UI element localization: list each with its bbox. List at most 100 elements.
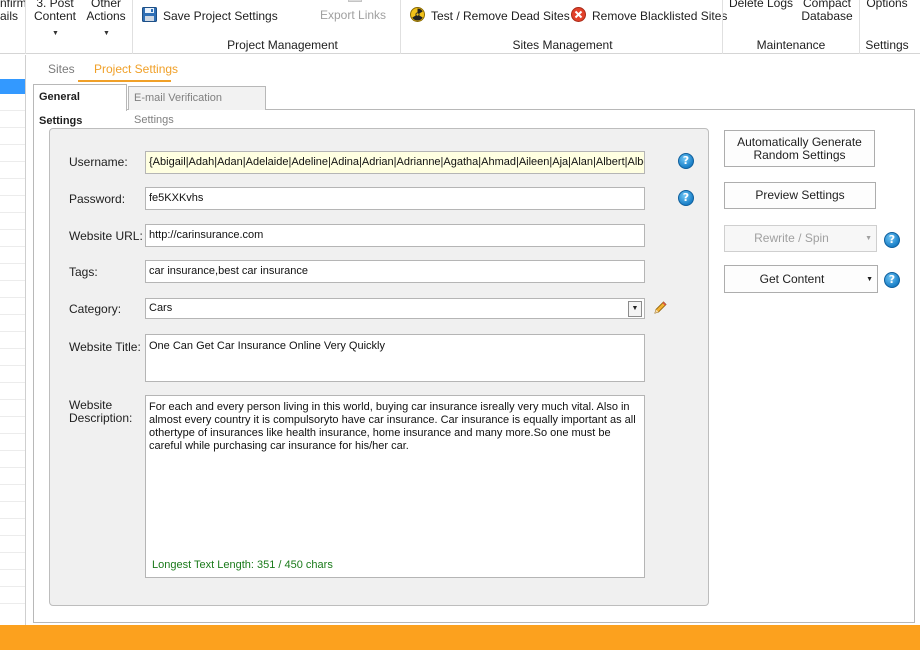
website-description-label: Website Description: xyxy=(69,399,132,425)
options-button[interactable]: Options xyxy=(860,0,914,10)
compact-database-label-bottom: Database xyxy=(801,9,853,23)
list-row-divider xyxy=(0,348,25,349)
preview-settings-label: Preview Settings xyxy=(755,188,845,202)
save-icon xyxy=(142,7,157,25)
tab-project-settings[interactable]: Project Settings xyxy=(94,62,178,76)
status-bar xyxy=(0,625,920,650)
auto-generate-label-line1: Automatically Generate xyxy=(737,134,862,149)
get-content-button[interactable]: Get Content ▼ xyxy=(724,265,878,293)
category-select[interactable]: Cars ▼ xyxy=(145,298,645,319)
tags-label: Tags: xyxy=(69,265,98,279)
website-title-field[interactable]: One Can Get Car Insurance Online Very Qu… xyxy=(145,334,645,382)
get-content-help-icon[interactable]: ? xyxy=(884,272,900,288)
save-project-settings-button[interactable]: Save Project Settings xyxy=(142,7,278,25)
list-row-divider xyxy=(0,229,25,230)
list-row-divider xyxy=(0,195,25,196)
compact-database-button[interactable]: Compact Database xyxy=(796,0,858,23)
username-field[interactable]: {Abigail|Adah|Adan|Adelaide|Adeline|Adin… xyxy=(145,151,645,174)
category-select-value: Cars xyxy=(149,302,173,314)
rewrite-spin-label: Rewrite / Spin xyxy=(754,231,829,245)
remove-icon xyxy=(571,7,586,25)
auto-generate-label-line2: Random Settings xyxy=(753,147,846,162)
list-row-divider xyxy=(0,450,25,451)
tab-email-verification-settings[interactable]: E-mail Verification Settings xyxy=(128,86,266,126)
post-content-button[interactable]: 3. Post Content xyxy=(32,0,78,23)
list-row-divider xyxy=(0,110,25,111)
website-url-label: Website URL: xyxy=(69,229,143,243)
list-row-divider xyxy=(0,382,25,383)
confirm-emails-label-bottom: ails xyxy=(0,9,19,23)
remove-blacklisted-sites-label: Remove Blacklisted Sites xyxy=(592,9,728,23)
list-row-divider xyxy=(0,569,25,570)
category-label: Category: xyxy=(69,302,122,316)
tab-general-settings[interactable]: General Settings xyxy=(33,84,127,127)
list-row-divider xyxy=(0,433,25,434)
tab-sites[interactable]: Sites xyxy=(48,62,75,76)
tags-field[interactable]: car insurance,best car insurance xyxy=(145,260,645,283)
list-row-divider xyxy=(0,331,25,332)
list-row-divider xyxy=(0,314,25,315)
export-links-button[interactable]: Export Links xyxy=(320,8,386,22)
list-row-divider xyxy=(0,535,25,536)
website-description-label-line2: Description: xyxy=(69,411,133,425)
confirm-emails-button[interactable]: nfirm ails xyxy=(0,0,27,23)
group-label-sites-management: Sites Management xyxy=(512,38,613,52)
other-actions-dropdown-icon[interactable]: ▼ xyxy=(103,30,110,37)
password-help-icon[interactable]: ? xyxy=(678,190,694,206)
username-help-icon[interactable]: ? xyxy=(678,153,694,169)
export-links-icon xyxy=(348,0,362,2)
preview-settings-button[interactable]: Preview Settings xyxy=(724,182,876,209)
list-row-divider xyxy=(0,501,25,502)
export-links-label: Export Links xyxy=(320,8,387,22)
group-label-settings: Settings xyxy=(865,38,909,52)
group-label-maintenance: Maintenance xyxy=(756,38,826,52)
list-row-divider xyxy=(0,127,25,128)
list-row-divider xyxy=(0,212,25,213)
list-row-divider xyxy=(0,280,25,281)
rewrite-spin-dropdown-icon[interactable]: ▼ xyxy=(865,232,872,245)
pencil-icon[interactable] xyxy=(653,300,668,318)
list-row-divider xyxy=(0,586,25,587)
post-content-label-bottom: Content xyxy=(33,9,77,23)
list-row-divider xyxy=(0,552,25,553)
text-length-counter: Longest Text Length: 351 / 450 chars xyxy=(152,559,333,571)
username-label: Username: xyxy=(69,155,128,169)
ribbon-separator xyxy=(400,0,401,54)
list-row-divider xyxy=(0,144,25,145)
post-content-dropdown-icon[interactable]: ▼ xyxy=(52,30,59,37)
list-row-divider xyxy=(0,297,25,298)
test-remove-dead-sites-label: Test / Remove Dead Sites xyxy=(431,9,570,23)
password-label: Password: xyxy=(69,192,126,206)
website-description-text: For each and every person living in this… xyxy=(149,401,636,452)
selected-project-row[interactable] xyxy=(0,79,25,94)
test-remove-dead-sites-button[interactable]: Test / Remove Dead Sites xyxy=(410,7,570,25)
list-row-divider xyxy=(0,178,25,179)
radiation-icon xyxy=(410,7,425,25)
rewrite-help-icon[interactable]: ? xyxy=(884,232,900,248)
list-row-divider xyxy=(0,246,25,247)
list-row-divider xyxy=(0,603,25,604)
delete-logs-button[interactable]: Delete Logs xyxy=(726,0,796,10)
ribbon-separator xyxy=(132,0,133,54)
auto-generate-settings-button[interactable]: Automatically Generate Random Settings xyxy=(724,130,875,167)
list-row-divider xyxy=(0,518,25,519)
remove-blacklisted-sites-button[interactable]: Remove Blacklisted Sites xyxy=(571,7,727,25)
get-content-dropdown-icon[interactable]: ▼ xyxy=(866,273,873,286)
website-title-label: Website Title: xyxy=(69,340,141,354)
project-list[interactable] xyxy=(0,55,26,625)
options-label: Options xyxy=(866,0,908,10)
save-project-settings-label: Save Project Settings xyxy=(163,9,278,23)
other-actions-button[interactable]: Other Actions xyxy=(84,0,128,23)
rewrite-spin-button[interactable]: Rewrite / Spin ▼ xyxy=(724,225,877,252)
group-label-project-management: Project Management xyxy=(227,38,338,52)
active-tab-indicator xyxy=(78,80,171,82)
website-url-field[interactable]: http://carinsurance.com xyxy=(145,224,645,247)
ribbon-separator xyxy=(722,0,723,54)
get-content-label: Get Content xyxy=(759,271,825,286)
category-dropdown-icon[interactable]: ▼ xyxy=(628,301,642,317)
password-field[interactable]: fe5KXKvhs xyxy=(145,187,645,210)
website-description-field[interactable]: For each and every person living in this… xyxy=(145,395,645,578)
list-row-divider xyxy=(0,416,25,417)
ribbon-separator xyxy=(25,0,26,54)
list-row-divider xyxy=(0,399,25,400)
